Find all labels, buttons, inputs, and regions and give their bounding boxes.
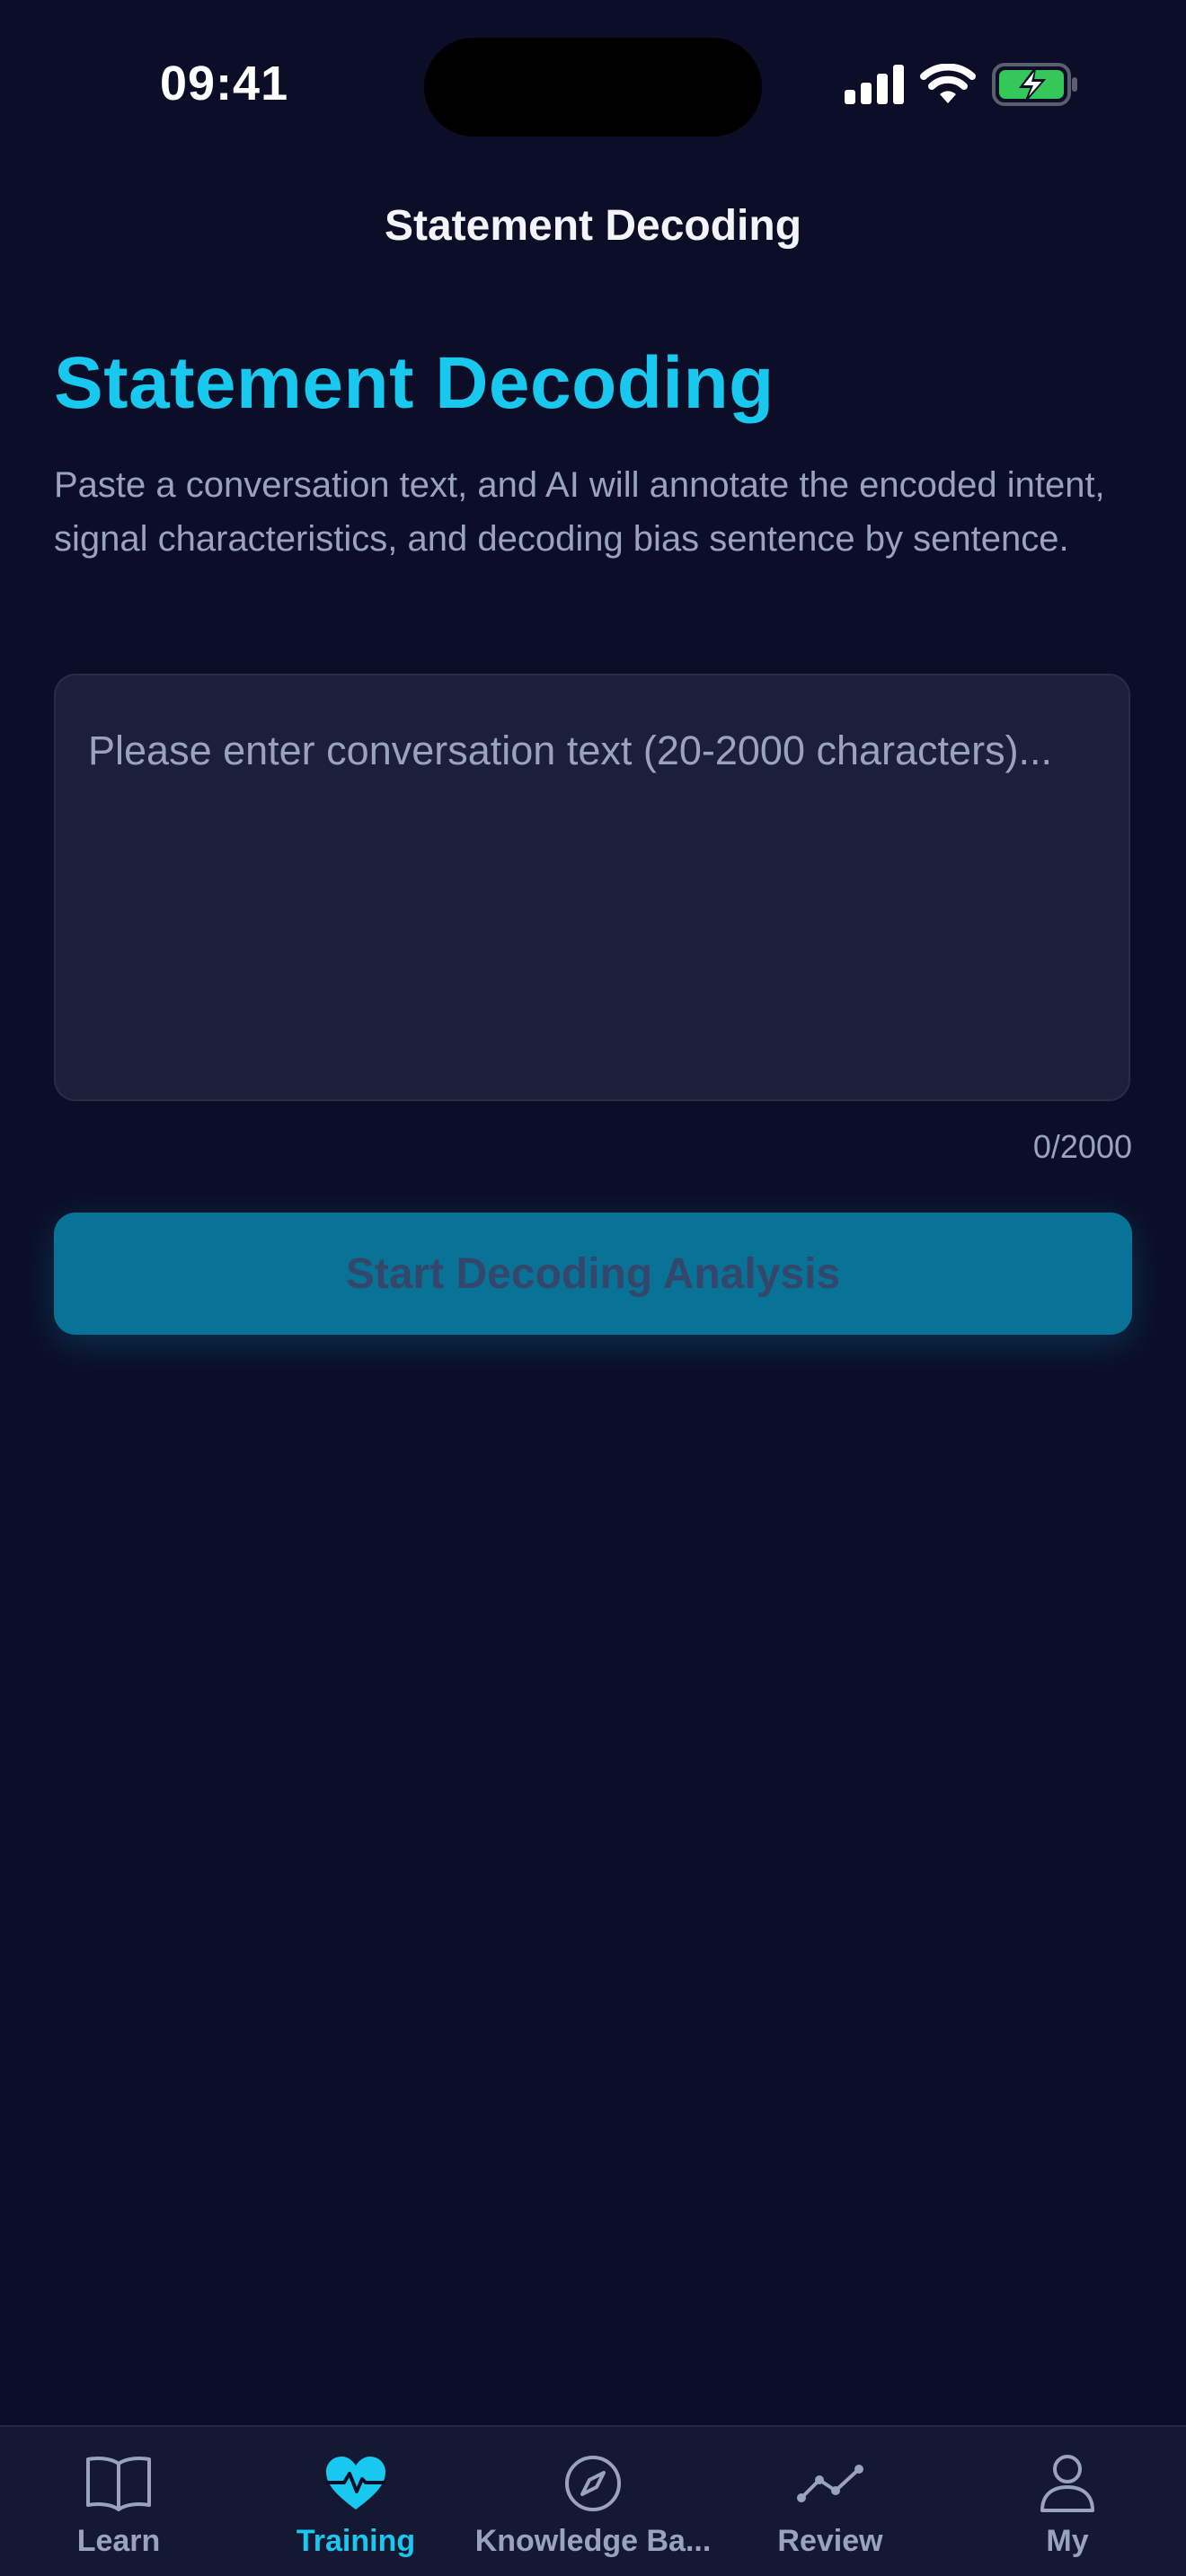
tab-training-label: Training	[296, 2524, 416, 2558]
page-description: Paste a conversation text, and AI will a…	[54, 465, 1105, 559]
tab-review[interactable]: Review	[712, 2427, 949, 2576]
line-chart-icon	[796, 2452, 864, 2515]
compass-icon	[563, 2452, 623, 2515]
book-open-icon	[84, 2452, 153, 2515]
tab-learn[interactable]: Learn	[0, 2427, 237, 2576]
character-counter: 0/2000	[1032, 1128, 1132, 1165]
tab-knowledge-base-label: Knowledge Ba...	[474, 2524, 712, 2558]
heart-pulse-icon	[324, 2452, 387, 2515]
cellular-signal-icon	[845, 65, 904, 104]
status-icons	[845, 63, 1078, 106]
tab-review-label: Review	[777, 2524, 883, 2558]
user-icon	[1039, 2452, 1096, 2515]
nav-title: Statement Decoding	[384, 202, 802, 250]
status-time: 09:41	[160, 57, 289, 110]
screen: 09:41 Statement Decoding Statement Decod…	[0, 0, 1186, 2576]
conversation-text-input[interactable]	[54, 674, 1130, 1101]
tab-knowledge-base[interactable]: Knowledge Ba...	[474, 2427, 712, 2576]
tab-training[interactable]: Training	[237, 2427, 474, 2576]
start-decoding-analysis-button[interactable]: Start Decoding Analysis	[54, 1213, 1132, 1335]
page-heading: Statement Decoding	[54, 342, 774, 424]
dynamic-island	[424, 38, 762, 137]
tab-my[interactable]: My	[949, 2427, 1186, 2576]
tab-learn-label: Learn	[76, 2524, 161, 2558]
battery-charging-icon	[992, 63, 1078, 106]
tab-my-label: My	[1046, 2524, 1089, 2558]
tab-bar: Learn Training Knowledge Ba... Review My	[0, 2425, 1186, 2576]
wifi-icon	[920, 64, 976, 105]
